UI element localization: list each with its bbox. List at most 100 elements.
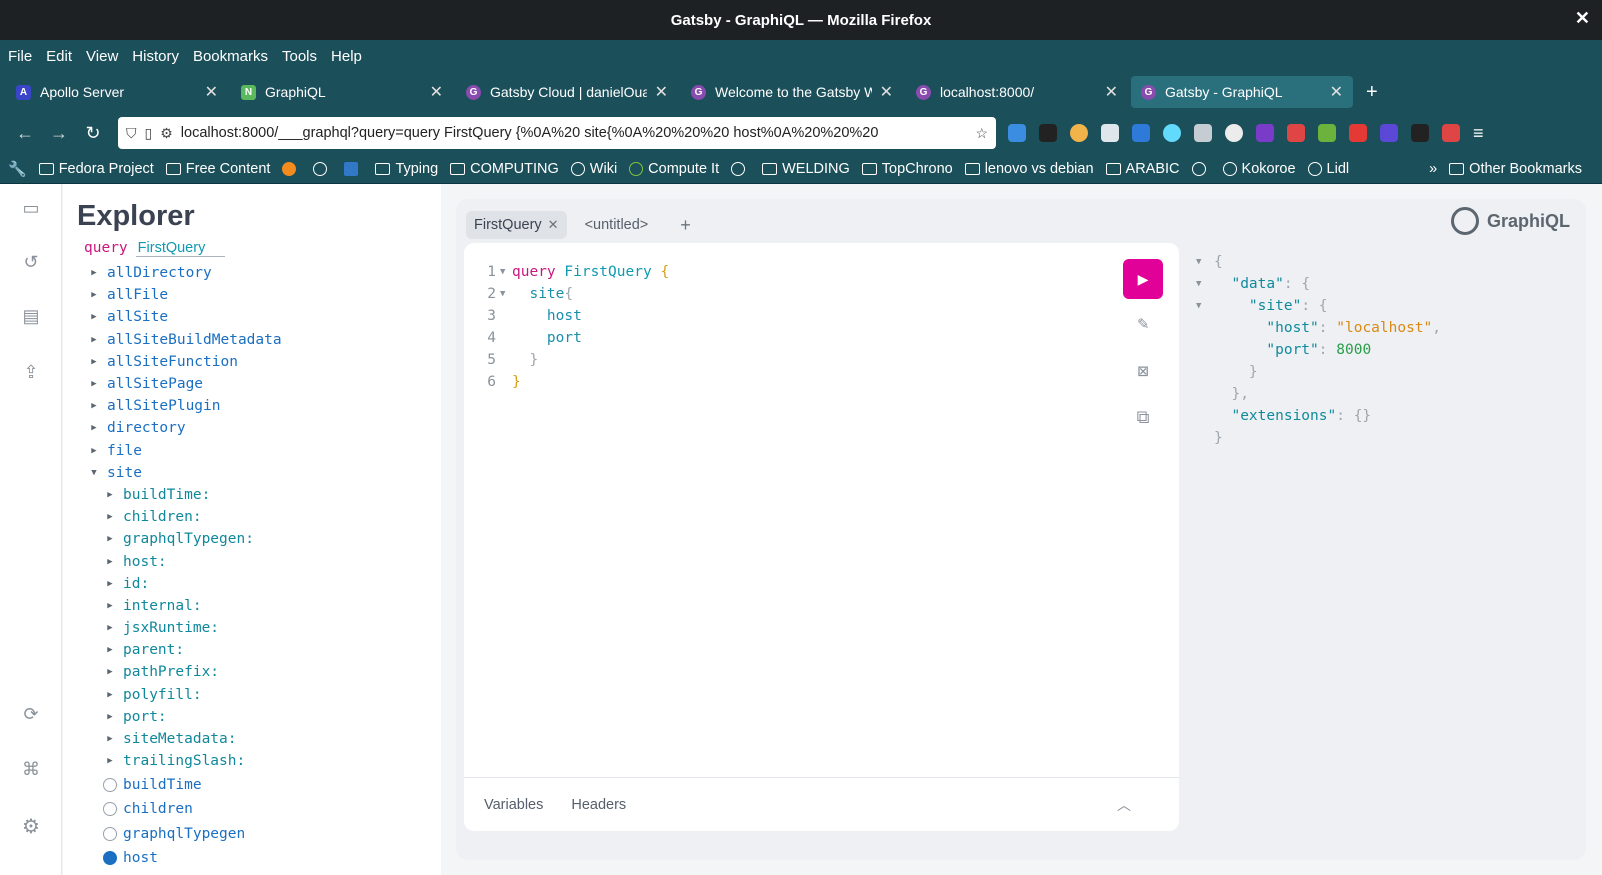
editor-tab-firstquery[interactable]: FirstQuery ✕ bbox=[466, 211, 567, 239]
menu-bookmarks[interactable]: Bookmarks bbox=[193, 48, 268, 65]
bookmark-free-content[interactable]: Free Content bbox=[165, 161, 270, 177]
bookmark-fedora[interactable]: Fedora Project bbox=[38, 161, 154, 177]
bookmark-topchrono[interactable]: TopChrono bbox=[861, 161, 953, 177]
argument-item[interactable]: ▶ buildTime: bbox=[63, 484, 441, 506]
tree-item[interactable]: ▶ allSitePage bbox=[63, 373, 441, 395]
forward-icon[interactable]: → bbox=[42, 123, 76, 144]
tree-item[interactable]: ▶ allFile bbox=[63, 284, 441, 306]
overflow-chevron-icon[interactable]: » bbox=[1429, 161, 1437, 177]
close-tab-icon[interactable]: ✕ bbox=[548, 217, 559, 232]
dark-reader-icon[interactable] bbox=[1225, 124, 1243, 142]
close-tab-icon[interactable]: ✕ bbox=[1330, 82, 1343, 102]
new-tab-icon[interactable]: + bbox=[1366, 81, 1378, 104]
tree-item[interactable]: ▶ directory bbox=[63, 417, 441, 439]
fold-icon[interactable]: ▼ bbox=[1196, 279, 1214, 289]
tree-item[interactable]: ▶ allSiteBuildMetadata bbox=[63, 329, 441, 351]
bookmark-other[interactable]: Other Bookmarks bbox=[1449, 161, 1582, 177]
bookmark-lidl[interactable]: Lidl bbox=[1307, 161, 1349, 177]
globe-bookmark[interactable] bbox=[1191, 161, 1211, 176]
extension-icon[interactable] bbox=[1380, 124, 1398, 142]
history-icon[interactable]: ↺ bbox=[20, 252, 42, 274]
settings-gear-icon[interactable]: ⚙ bbox=[20, 814, 42, 838]
extension-icon[interactable] bbox=[1411, 124, 1429, 142]
extension-icon[interactable] bbox=[1070, 124, 1088, 142]
mail-extension-icon[interactable] bbox=[1101, 124, 1119, 142]
bookmark-wiki[interactable]: Wiki bbox=[570, 161, 617, 177]
bookmark-kokoroe[interactable]: Kokoroe bbox=[1222, 161, 1296, 177]
tab-localhost[interactable]: G localhost:8000/ ✕ bbox=[906, 76, 1128, 108]
argument-item[interactable]: ▶ host: bbox=[63, 550, 441, 572]
bookmark-star-icon[interactable]: ☆ bbox=[975, 125, 988, 142]
argument-item[interactable]: ▶ internal: bbox=[63, 595, 441, 617]
argument-item[interactable]: ▶ polyfill: bbox=[63, 684, 441, 706]
execute-query-button[interactable]: ▶ bbox=[1123, 259, 1163, 299]
ts-bookmark[interactable] bbox=[344, 161, 363, 176]
extension-icon[interactable] bbox=[1318, 124, 1336, 142]
shortcuts-icon[interactable]: ⌘ bbox=[20, 759, 42, 781]
extension-icon[interactable] bbox=[1132, 124, 1150, 142]
globe-bookmark[interactable] bbox=[731, 161, 750, 176]
menu-tools[interactable]: Tools bbox=[282, 48, 317, 65]
menu-edit[interactable]: Edit bbox=[46, 48, 72, 65]
argument-item[interactable]: ▶ parent: bbox=[63, 639, 441, 661]
operation-name-input[interactable]: FirstQuery bbox=[135, 240, 226, 257]
tab-graphiql[interactable]: N GraphiQL ✕ bbox=[231, 76, 453, 108]
tree-item[interactable]: ▶ allSitePlugin bbox=[63, 395, 441, 417]
fold-icon[interactable]: ▼ bbox=[500, 289, 512, 299]
refetch-schema-icon[interactable]: ⟳ bbox=[20, 704, 42, 726]
react-devtools-icon[interactable] bbox=[1163, 124, 1181, 142]
variables-tab[interactable]: Variables bbox=[484, 797, 543, 813]
screenshot-extension-icon[interactable] bbox=[1287, 124, 1305, 142]
checkbox-icon[interactable] bbox=[103, 802, 117, 817]
merge-fragments-icon[interactable]: ⊠ bbox=[1131, 361, 1155, 385]
bookmark-lenovo[interactable]: lenovo vs debian bbox=[964, 161, 1094, 177]
close-window-icon[interactable]: ✕ bbox=[1575, 8, 1590, 29]
permissions-icon[interactable]: ⚙ bbox=[160, 125, 173, 142]
docs-icon[interactable]: ▭ bbox=[20, 198, 42, 220]
fold-icon[interactable]: ▼ bbox=[1196, 257, 1214, 267]
add-tab-icon[interactable]: + bbox=[680, 215, 691, 236]
globe-bookmark[interactable] bbox=[313, 161, 332, 176]
share-icon[interactable]: ⇪ bbox=[20, 362, 42, 384]
prettify-icon[interactable]: ✎ bbox=[1131, 313, 1155, 337]
editor-tab-untitled[interactable]: <untitled> bbox=[577, 211, 657, 239]
tab-welcome-gatsby[interactable]: G Welcome to the Gatsby W ✕ bbox=[681, 76, 903, 108]
menu-hamburger-icon[interactable]: ≡ bbox=[1473, 124, 1491, 142]
youtube-extension-icon[interactable] bbox=[1349, 124, 1367, 142]
checkbox-icon[interactable] bbox=[103, 826, 117, 841]
bookmark-typing[interactable]: Typing bbox=[375, 161, 438, 177]
field-checkbox-item[interactable]: children bbox=[63, 797, 441, 822]
extension-icon[interactable] bbox=[1442, 124, 1460, 142]
field-checkbox-item[interactable]: graphqlTypegen bbox=[63, 821, 441, 846]
menu-view[interactable]: View bbox=[86, 48, 118, 65]
chevron-up-icon[interactable]: ︿ bbox=[1117, 795, 1131, 815]
back-icon[interactable]: ← bbox=[8, 123, 42, 144]
url-text[interactable]: localhost:8000/___graphql?query=query Fi… bbox=[181, 125, 968, 141]
tab-gatsby-graphiql[interactable]: G Gatsby - GraphiQL ✕ bbox=[1131, 76, 1353, 108]
close-tab-icon[interactable]: ✕ bbox=[430, 82, 443, 102]
copy-icon[interactable]: ⧉ bbox=[1131, 407, 1155, 431]
menu-history[interactable]: History bbox=[132, 48, 179, 65]
argument-item[interactable]: ▶ graphqlTypegen: bbox=[63, 528, 441, 550]
argument-item[interactable]: ▶ id: bbox=[63, 573, 441, 595]
argument-item[interactable]: ▶ siteMetadata: bbox=[63, 728, 441, 750]
checkbox-icon[interactable] bbox=[103, 777, 117, 792]
wrench-icon[interactable]: 🔧 bbox=[8, 160, 27, 178]
extension-icon[interactable] bbox=[1256, 124, 1274, 142]
argument-item[interactable]: ▶ port: bbox=[63, 706, 441, 728]
argument-item[interactable]: ▶ children: bbox=[63, 506, 441, 528]
argument-item[interactable]: ▶ pathPrefix: bbox=[63, 661, 441, 683]
gnome-extension-icon[interactable] bbox=[1039, 124, 1057, 142]
explorer-folder-icon[interactable]: ▤ bbox=[20, 306, 42, 328]
close-tab-icon[interactable]: ✕ bbox=[205, 82, 218, 102]
close-tab-icon[interactable]: ✕ bbox=[655, 82, 668, 102]
tab-apollo-server[interactable]: A Apollo Server ✕ bbox=[6, 76, 228, 108]
menu-help[interactable]: Help bbox=[331, 48, 362, 65]
fold-icon[interactable]: ▼ bbox=[1196, 301, 1214, 311]
close-tab-icon[interactable]: ✕ bbox=[1105, 82, 1118, 102]
field-checkbox-item[interactable]: host bbox=[63, 846, 441, 871]
argument-item[interactable]: ▶ trailingSlash: bbox=[63, 750, 441, 772]
tree-item-site[interactable]: ▼ site bbox=[63, 462, 441, 484]
close-tab-icon[interactable]: ✕ bbox=[880, 82, 893, 102]
headers-tab[interactable]: Headers bbox=[571, 797, 626, 813]
